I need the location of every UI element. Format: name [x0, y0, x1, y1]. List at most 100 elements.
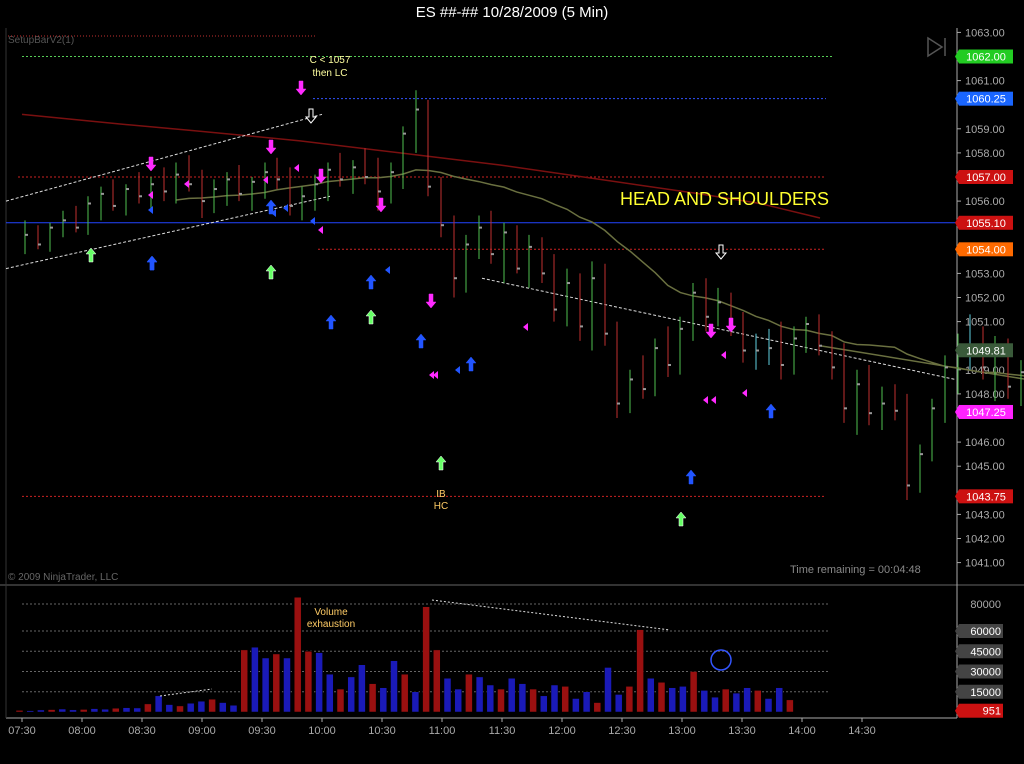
signal-triangle-magenta	[318, 226, 323, 234]
volume-bar	[165, 704, 174, 713]
volume-bar	[197, 700, 206, 713]
volume-bar	[219, 702, 227, 713]
volume-bar	[711, 696, 719, 713]
price-label-text: 1043.75	[966, 491, 1006, 503]
volume-bar	[754, 690, 762, 713]
down-arrow-magenta	[425, 293, 437, 309]
volume-bar	[657, 682, 666, 713]
volume-bar	[122, 707, 131, 713]
up-arrow-green	[265, 264, 277, 280]
volume-bar	[304, 651, 313, 713]
signal-triangle-magenta	[711, 396, 716, 404]
volume-bar	[475, 676, 484, 713]
playback-icon[interactable]	[927, 36, 946, 58]
volume-bar	[689, 671, 698, 713]
volume-bar	[283, 657, 291, 713]
volume-bar	[69, 709, 77, 713]
price-tick-label: 1043.00	[965, 509, 1005, 521]
volume-bar	[614, 694, 623, 713]
down-arrow-magenta	[315, 168, 327, 184]
volume-bar	[593, 702, 602, 713]
head-shoulders-label: HEAD AND SHOULDERS	[620, 189, 829, 209]
annotation-volume: Volume	[314, 607, 348, 618]
volume-bar	[454, 688, 462, 713]
volume-bar	[229, 705, 238, 713]
time-tick-label: 14:30	[848, 725, 876, 737]
annotation-exhaustion: exhaustion	[307, 619, 355, 630]
up-arrow-blue	[765, 403, 777, 419]
volume-bar	[604, 667, 612, 713]
up-arrow-green	[85, 247, 97, 263]
volume-bar	[112, 707, 120, 713]
copyright-text: © 2009 NinjaTrader, LLC	[8, 572, 118, 583]
signal-triangle-blue	[385, 266, 390, 274]
volume-bar	[486, 684, 495, 713]
price-tick-label: 1042.00	[965, 534, 1005, 546]
down-arrow-red	[714, 244, 728, 260]
time-tick-label: 10:30	[368, 725, 396, 737]
up-arrow-blue	[415, 333, 427, 349]
price-tick-label: 1052.00	[965, 293, 1005, 305]
price-tick-label: 1048.00	[965, 389, 1005, 401]
volume-tick-label: 951	[983, 706, 1001, 718]
volume-bar	[368, 683, 377, 713]
price-label-text: 1057.00	[966, 172, 1006, 184]
volume-bar	[272, 653, 281, 713]
volume-bar	[668, 687, 676, 713]
price-label-text: 1060.25	[966, 94, 1006, 106]
volume-bar	[101, 708, 109, 713]
volume-bar	[411, 691, 420, 713]
playback-triangle[interactable]	[927, 36, 944, 58]
volume-bar	[133, 707, 141, 713]
signal-triangle-magenta	[721, 351, 726, 359]
time-tick-label: 12:30	[608, 725, 636, 737]
volume-bar	[647, 678, 655, 713]
volume-trendline-1	[159, 688, 213, 697]
volume-tick-label: 15000	[970, 687, 1001, 699]
up-arrow-blue	[146, 255, 158, 271]
volume-bar	[721, 688, 730, 713]
price-tick-label: 1041.00	[965, 558, 1005, 570]
price-tick-label: 1053.00	[965, 268, 1005, 280]
volume-bar	[572, 698, 580, 713]
price-label-text: 1062.00	[966, 52, 1006, 64]
volume-bar	[47, 709, 56, 713]
time-tick-label: 11:00	[429, 725, 456, 737]
time-tick-label: 14:00	[788, 725, 816, 737]
chart-canvas[interactable]: SetupBarV2(1) © 2009 NinjaTrader, LLC Time…	[0, 0, 1024, 764]
time-tick-label: 10:00	[308, 725, 336, 737]
annotation-c1057: C < 1057	[310, 55, 351, 66]
volume-bar	[732, 692, 741, 713]
price-label-text: 1049.81	[966, 345, 1006, 357]
price-tick-label: 1059.00	[965, 124, 1005, 136]
volume-bar	[743, 687, 751, 713]
volume-tick-label: 80000	[970, 599, 1001, 611]
volume-bar	[26, 710, 34, 713]
volume-bar	[176, 705, 184, 713]
annotation-then-lc: then LC	[312, 68, 347, 79]
down-arrow-magenta	[145, 156, 157, 172]
volume-bar	[154, 695, 163, 713]
up-arrow-green	[435, 455, 447, 471]
time-tick-label: 12:00	[548, 725, 576, 737]
down-arrow-magenta	[295, 80, 307, 96]
price-tick-label: 1045.00	[965, 461, 1005, 473]
time-tick-label: 07:30	[8, 725, 36, 737]
volume-bar	[90, 708, 99, 713]
volume-bar	[764, 698, 773, 713]
time-tick-label: 13:00	[668, 725, 696, 737]
price-tick-label: 1058.00	[965, 148, 1005, 160]
moving-average-short	[176, 169, 1024, 380]
price-label-text: 1055.10	[966, 218, 1006, 230]
volume-bar	[507, 678, 516, 713]
volume-bar	[390, 660, 398, 713]
volume-bar	[326, 673, 334, 713]
volume-bar	[208, 698, 216, 713]
volume-bar	[79, 709, 88, 713]
volume-bar	[625, 686, 634, 713]
volume-bar	[561, 686, 569, 713]
volume-bar	[465, 673, 473, 713]
annotation-ib: IB	[436, 489, 446, 500]
volume-bar	[336, 688, 345, 713]
down-arrow-magenta	[265, 139, 277, 155]
